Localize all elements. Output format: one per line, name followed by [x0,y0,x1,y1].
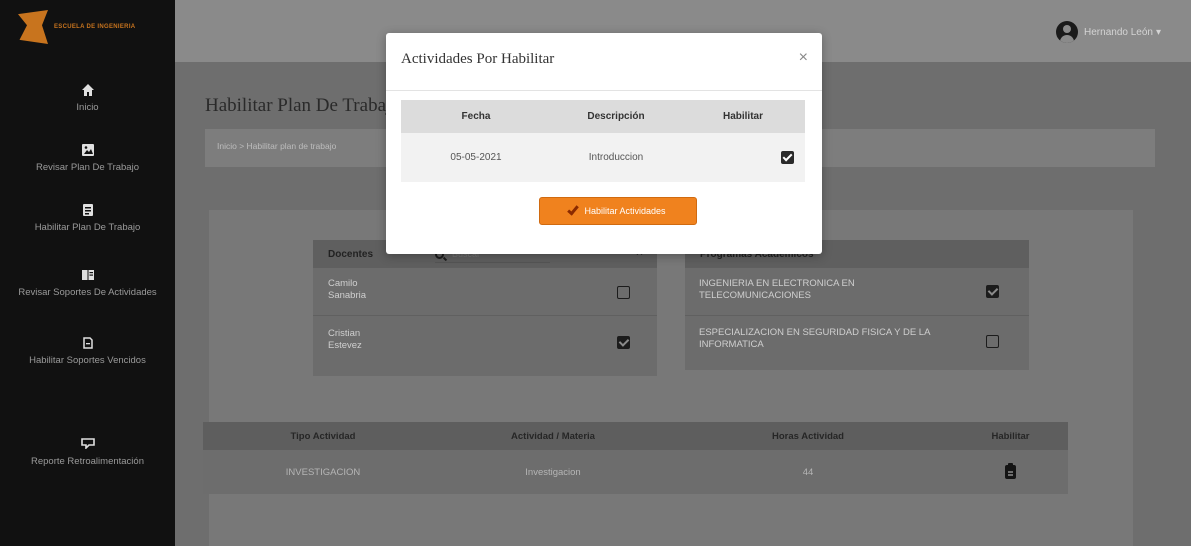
user-name: Hernando León [1084,26,1153,38]
sidebar-item-habilitar-soportes[interactable]: Habilitar Soportes Vencidos [0,336,175,367]
sidebar-item-revisar-soportes[interactable]: Revisar Soportes De Actividades [0,268,175,299]
sidebar-item-label: Inicio [76,102,99,113]
docentes-list: Camilo Sanabria Cristian Estevez [313,268,657,376]
close-icon[interactable]: × [799,50,808,66]
column-header: Descripción [587,111,645,122]
sidebar-item-reporte[interactable]: Reporte Retroalimentación [0,437,175,468]
logo[interactable]: ESCUELA DE INGENIERIA [18,8,143,46]
column-header: Actividad / Materia [511,430,595,442]
programa-checkbox[interactable] [986,285,999,298]
cell-descripcion: Introduccion [588,152,644,163]
sidebar-item-label: Habilitar Soportes Vencidos [29,355,146,366]
column-header: Horas Actividad [772,430,844,442]
file-icon [0,336,175,352]
cell-tipo: INVESTIGACION [285,466,361,478]
habilitar-actividades-button[interactable]: Habilitar Actividades [539,197,697,225]
docente-name: Camilo Sanabria [328,278,367,301]
table-row: 05-05-2021 Introduccion [401,133,805,182]
home-icon [0,83,175,99]
check-icon [567,202,580,216]
column-header: Tipo Actividad [290,430,356,442]
cell-horas: 44 [802,466,814,478]
cell-fecha: 05-05-2021 [450,152,502,163]
docente-name: Cristian Estevez [328,328,362,351]
caret-down-icon: ▾ [1155,26,1161,38]
clipboard-icon [1005,463,1016,479]
docente-checkbox[interactable] [617,286,630,299]
modal-actividades: Actividades Por Habilitar × Fecha Descri… [386,33,822,254]
sidebar-item-habilitar-plan[interactable]: Habilitar Plan De Trabajo [0,203,175,234]
docente-checkbox[interactable] [617,336,630,349]
column-header: Habilitar [991,430,1030,442]
logo-text: ESCUELA DE INGENIERIA [54,23,136,30]
modal-title: Actividades Por Habilitar [401,51,555,67]
programa-name: ESPECIALIZACION EN SEGURIDAD FISICA Y DE… [699,327,930,350]
feedback-icon [0,437,175,453]
programa-name: INGENIERIA EN ELECTRONICA EN TELECOMUNIC… [699,278,855,301]
cell-materia: Investigacion [525,466,581,478]
table-row: INVESTIGACION Investigacion 44 [203,450,1068,494]
sidebar: ESCUELA DE INGENIERIA Inicio Revisar Pla… [0,0,175,546]
docentes-header-label: Docentes [328,248,374,260]
habilitar-action[interactable] [953,450,1068,494]
column-header: Habilitar [722,111,763,122]
list-item: Cristian Estevez [313,316,657,366]
user-avatar-icon [1056,21,1079,43]
logo-mark [18,10,48,44]
sidebar-item-inicio[interactable]: Inicio [0,83,175,114]
column-header: Fecha [461,111,491,122]
document-icon [0,203,175,219]
sidebar-item-revisar-plan[interactable]: Revisar Plan De Trabajo [0,143,175,174]
modal-divider [386,90,822,91]
list-item: INGENIERIA EN ELECTRONICA EN TELECOMUNIC… [685,268,1029,316]
programas-list: INGENIERIA EN ELECTRONICA EN TELECOMUNIC… [685,268,1029,370]
programa-checkbox[interactable] [986,335,999,348]
image-box-icon [0,143,175,159]
sidebar-item-label: Revisar Soportes De Actividades [18,287,157,298]
modal-table-header: Fecha Descripción Habilitar [401,100,805,133]
sidebar-item-label: Reporte Retroalimentación [30,456,144,467]
book-icon [0,268,175,284]
list-item: Camilo Sanabria [313,268,657,316]
sidebar-item-label: Revisar Plan De Trabajo [36,162,139,173]
page-title: Habilitar Plan De Trabajo [205,95,401,116]
actividades-header: Tipo Actividad Actividad / Materia Horas… [203,422,1068,450]
user-menu[interactable]: Hernando León ▾ [1056,21,1161,43]
button-label: Habilitar Actividades [584,206,666,216]
content-card: Docentes × Camilo Sanabria Cristian Este… [209,210,1133,546]
sidebar-item-label: Habilitar Plan De Trabajo [34,222,141,233]
list-item: ESPECIALIZACION EN SEGURIDAD FISICA Y DE… [685,316,1029,366]
habilitar-checkbox[interactable] [781,151,794,164]
